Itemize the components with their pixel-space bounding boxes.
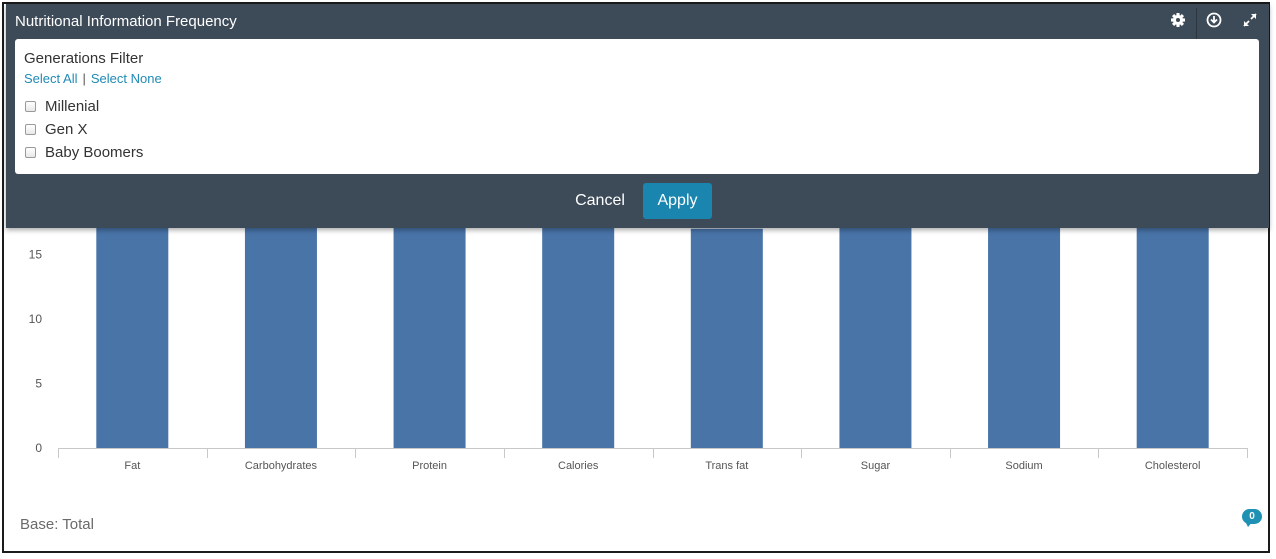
bar bbox=[96, 190, 169, 448]
bar bbox=[988, 190, 1061, 448]
base-label: Base: Total bbox=[20, 516, 94, 533]
option-baby-boomers[interactable]: Baby Boomers bbox=[25, 142, 143, 162]
bar bbox=[839, 190, 912, 448]
download-icon[interactable] bbox=[1206, 12, 1222, 28]
gear-icon[interactable] bbox=[1170, 12, 1186, 28]
bar bbox=[542, 190, 615, 448]
apply-button[interactable]: Apply bbox=[643, 183, 712, 219]
x-tick-label: Cholesterol bbox=[1145, 460, 1201, 472]
option-label: Gen X bbox=[45, 120, 88, 138]
y-tick-label: 0 bbox=[35, 441, 42, 455]
link-separator: | bbox=[82, 71, 86, 86]
header-divider bbox=[1196, 8, 1197, 40]
x-tick-label: Sodium bbox=[1005, 460, 1042, 472]
bar bbox=[1136, 190, 1209, 448]
y-tick-label: 5 bbox=[35, 377, 42, 391]
x-tick-label: Protein bbox=[412, 460, 447, 472]
option-label: Millenial bbox=[45, 97, 100, 115]
widget-title: Nutritional Information Frequency bbox=[15, 13, 237, 30]
expand-icon[interactable] bbox=[1242, 12, 1258, 28]
bar bbox=[393, 190, 466, 448]
bar bbox=[244, 190, 317, 448]
generations-filter: Generations Filter Select All | Select Non… bbox=[15, 39, 1259, 174]
x-tick-label: Sugar bbox=[861, 460, 891, 472]
filter-title: Generations Filter bbox=[24, 50, 144, 67]
option-millenial[interactable]: Millenial bbox=[25, 96, 99, 116]
select-all-link[interactable]: Select All bbox=[24, 71, 77, 86]
comment-icon[interactable]: 0 bbox=[1242, 509, 1264, 531]
gen-x-checkbox[interactable] bbox=[25, 123, 36, 135]
y-tick-label: 15 bbox=[29, 248, 43, 262]
option-gen-x[interactable]: Gen X bbox=[25, 119, 88, 139]
option-label: Baby Boomers bbox=[45, 143, 144, 161]
x-tick-label: Trans fat bbox=[705, 460, 748, 472]
x-tick-label: Calories bbox=[558, 460, 599, 472]
baby-boomers-checkbox[interactable] bbox=[25, 146, 36, 158]
bar bbox=[690, 228, 763, 448]
x-tick-label: Carbohydrates bbox=[245, 460, 318, 472]
select-none-link[interactable]: Select None bbox=[91, 71, 162, 86]
filter-panel: Nutritional Information Frequency Genera… bbox=[6, 4, 1269, 228]
select-links: Select All | Select None bbox=[24, 71, 162, 86]
x-tick-label: Fat bbox=[124, 460, 140, 472]
y-tick-label: 10 bbox=[29, 312, 43, 326]
cancel-button[interactable]: Cancel bbox=[568, 183, 632, 219]
millenial-checkbox[interactable] bbox=[25, 100, 36, 112]
